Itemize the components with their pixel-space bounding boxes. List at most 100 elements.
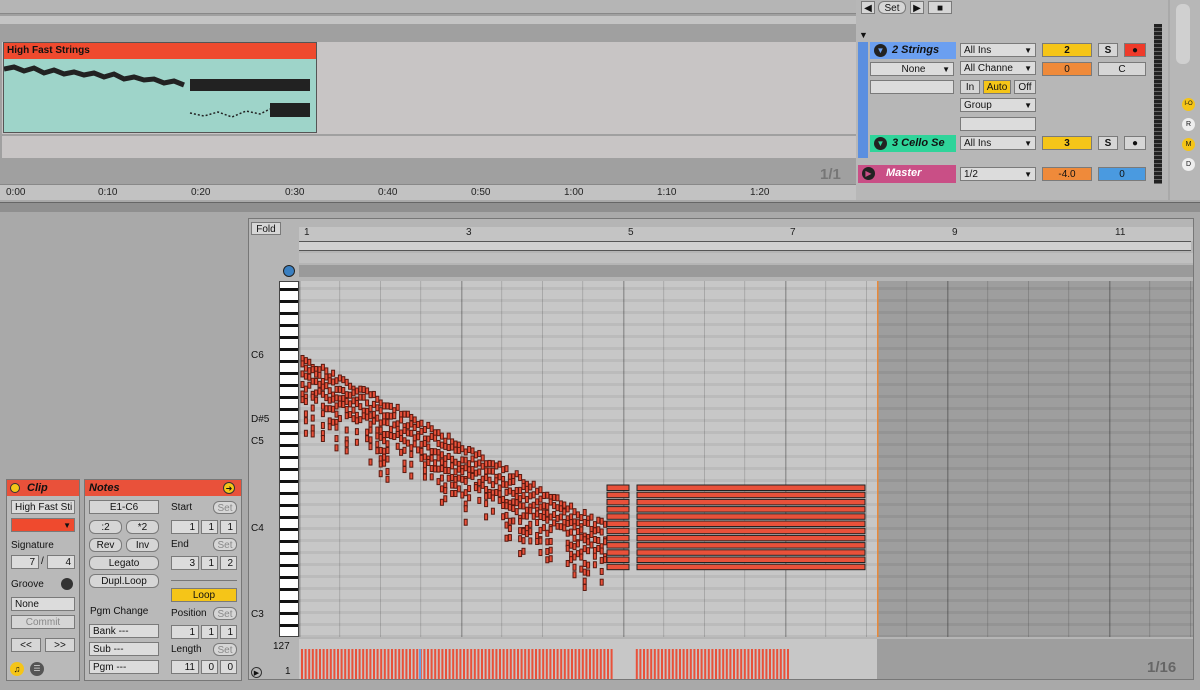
- legato-button[interactable]: Legato: [89, 556, 159, 570]
- nudge-back-button[interactable]: <<: [11, 638, 41, 652]
- double-button[interactable]: *2: [126, 520, 159, 534]
- note-range-field[interactable]: E1-C6: [89, 500, 159, 514]
- signature-numerator[interactable]: 7: [11, 555, 39, 569]
- commit-button[interactable]: Commit: [11, 615, 75, 629]
- set-end-button[interactable]: Set: [213, 538, 237, 551]
- signature-denominator[interactable]: 4: [47, 555, 75, 569]
- pan-field[interactable]: C: [1098, 62, 1146, 76]
- start-end-markers[interactable]: [299, 253, 1193, 263]
- velocity-bar: [484, 649, 487, 679]
- clip-name-field[interactable]: High Fast Sti: [11, 500, 75, 514]
- arrangement-locator-strip[interactable]: [0, 16, 860, 24]
- invert-button[interactable]: Inv: [126, 538, 159, 552]
- time-scroll-strip[interactable]: [299, 265, 1193, 277]
- midi-note: [579, 553, 584, 561]
- time-ruler[interactable]: [0, 184, 860, 200]
- midi-note: [562, 501, 567, 509]
- input-type-select[interactable]: All Ins ▼: [960, 136, 1036, 150]
- arrow-left-button[interactable]: ◀: [861, 1, 875, 14]
- arrangement-clip[interactable]: High Fast Strings: [3, 42, 317, 133]
- arrangement-top-strip[interactable]: [0, 0, 860, 14]
- master-pan-field[interactable]: 0: [1098, 167, 1146, 181]
- input-type-select[interactable]: All Ins ▼: [960, 43, 1036, 57]
- play-velocity-icon[interactable]: ▶: [251, 667, 262, 678]
- groove-hotswap-icon[interactable]: [61, 578, 73, 590]
- arm-button[interactable]: ●: [1124, 43, 1146, 57]
- play-icon[interactable]: ▶: [862, 167, 875, 180]
- io-toggle-icon[interactable]: I-O: [1182, 98, 1195, 111]
- halve-button[interactable]: :2: [89, 520, 122, 534]
- note-grid[interactable]: [299, 281, 1193, 637]
- arrow-right-button[interactable]: ▶: [910, 1, 924, 14]
- set-button[interactable]: Set: [878, 1, 906, 14]
- start-bar[interactable]: 1: [171, 520, 199, 534]
- end-sixteenth[interactable]: 2: [220, 556, 237, 570]
- fold-icon[interactable]: ▼: [874, 137, 887, 150]
- monitor-in-button[interactable]: In: [960, 80, 980, 94]
- group-fold-icon[interactable]: ▼: [859, 30, 868, 40]
- set-length-button[interactable]: Set: [213, 643, 237, 656]
- input-left-select[interactable]: None ▼: [870, 62, 954, 76]
- track-lane-cello[interactable]: [2, 136, 856, 158]
- output-select[interactable]: Group ▼: [960, 98, 1036, 112]
- output-sub-field[interactable]: [960, 117, 1036, 131]
- fold-icon[interactable]: ▼: [874, 44, 887, 57]
- clip-color-select[interactable]: ▼: [11, 518, 75, 532]
- returns-toggle-icon[interactable]: R: [1182, 118, 1195, 131]
- midi-note: [490, 467, 495, 475]
- loop-button[interactable]: Loop: [171, 588, 237, 602]
- expand-arrow-icon[interactable]: ➜: [223, 482, 235, 494]
- lock-icon[interactable]: ■: [928, 1, 952, 14]
- duplicate-loop-button[interactable]: Dupl.Loop: [89, 574, 159, 588]
- delay-toggle-icon[interactable]: D: [1182, 158, 1195, 171]
- midi-note: [422, 425, 427, 433]
- track-number-button[interactable]: 3: [1042, 136, 1092, 150]
- side-scroll[interactable]: [1176, 4, 1190, 64]
- midi-note: [378, 460, 383, 468]
- clip-activator-icon[interactable]: [10, 483, 20, 493]
- length-sixteenth[interactable]: 0: [220, 660, 237, 674]
- fold-button[interactable]: Fold: [251, 222, 281, 235]
- view-divider[interactable]: [0, 202, 1200, 212]
- velocity-bar: [693, 649, 696, 679]
- midi-note: [470, 466, 475, 474]
- sub-bank-field[interactable]: Sub ---: [89, 642, 159, 656]
- monitor-auto-button[interactable]: Auto: [983, 80, 1011, 94]
- track-number-button[interactable]: 2: [1042, 43, 1092, 57]
- program-field[interactable]: Pgm ---: [89, 660, 159, 674]
- solo-button[interactable]: S: [1098, 43, 1118, 57]
- clip-view-icon[interactable]: ♫: [10, 662, 24, 676]
- arm-button[interactable]: ●: [1124, 136, 1146, 150]
- set-position-button[interactable]: Set: [213, 607, 237, 620]
- groove-select[interactable]: None: [11, 597, 75, 611]
- notes-panel-header[interactable]: Notes: [85, 480, 241, 496]
- solo-button[interactable]: S: [1098, 136, 1118, 150]
- midi-note: [382, 459, 387, 467]
- nudge-forward-button[interactable]: >>: [45, 638, 75, 652]
- position-bar[interactable]: 1: [171, 625, 199, 639]
- piano-keyboard[interactable]: [279, 281, 299, 637]
- length-bar[interactable]: 11: [171, 660, 199, 674]
- device-view-icon[interactable]: ☰: [30, 662, 44, 676]
- position-sixteenth[interactable]: 1: [220, 625, 237, 639]
- end-beat[interactable]: 1: [201, 556, 218, 570]
- velocity-lane[interactable]: [299, 639, 1193, 679]
- reverse-button[interactable]: Rev: [89, 538, 122, 552]
- headphones-icon[interactable]: [283, 265, 295, 277]
- end-bar[interactable]: 3: [171, 556, 199, 570]
- bar-ruler[interactable]: [299, 227, 1193, 241]
- monitor-off-button[interactable]: Off: [1014, 80, 1036, 94]
- start-sixteenth[interactable]: 1: [220, 520, 237, 534]
- master-output-select[interactable]: 1/2 ▼: [960, 167, 1036, 181]
- start-beat[interactable]: 1: [201, 520, 218, 534]
- empty-field[interactable]: [870, 80, 954, 94]
- loop-brace[interactable]: [299, 241, 1191, 251]
- input-channel-select[interactable]: All Channe ▼: [960, 61, 1036, 75]
- length-beat[interactable]: 0: [201, 660, 218, 674]
- volume-field[interactable]: 0: [1042, 62, 1092, 76]
- bank-field[interactable]: Bank ---: [89, 624, 159, 638]
- master-volume-field[interactable]: -4.0: [1042, 167, 1092, 181]
- position-beat[interactable]: 1: [201, 625, 218, 639]
- mixer-toggle-icon[interactable]: M: [1182, 138, 1195, 151]
- set-start-button[interactable]: Set: [213, 501, 237, 514]
